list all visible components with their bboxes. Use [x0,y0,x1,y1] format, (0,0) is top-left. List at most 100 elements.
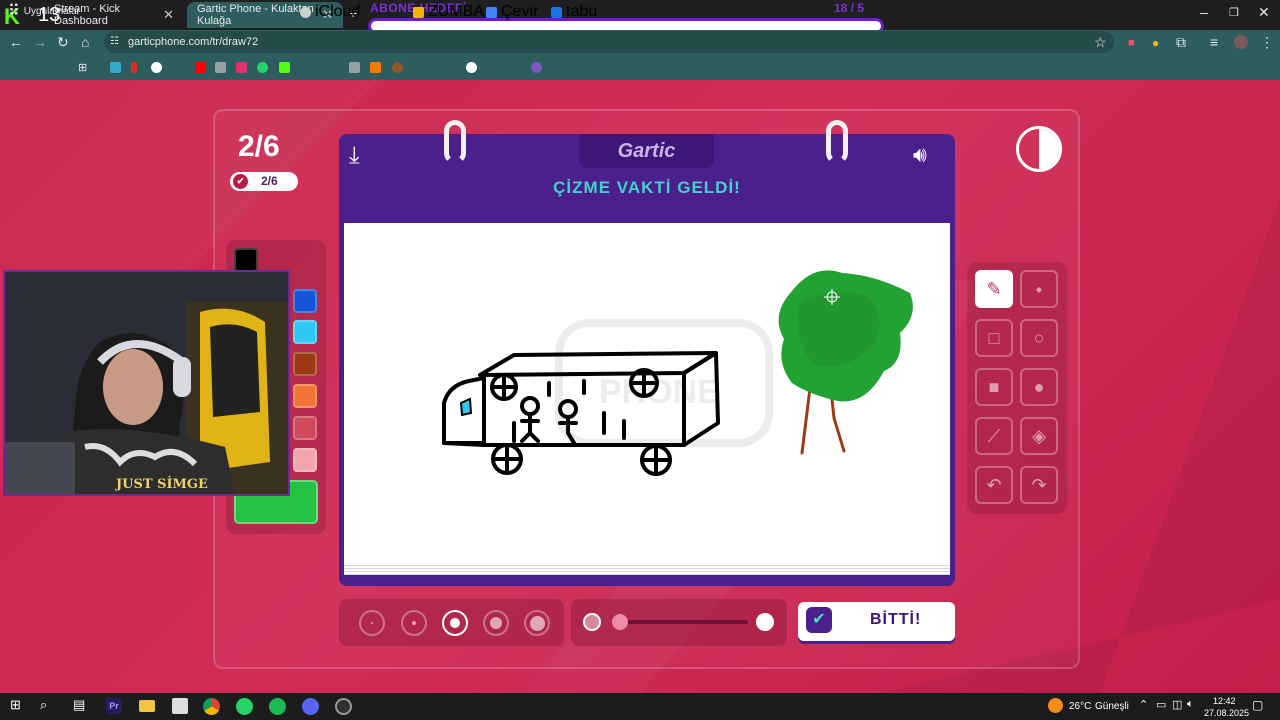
home-icon[interactable]: ⌂ [81,34,89,50]
network-icon[interactable]: ◫ [1172,698,1182,711]
color-swatch-rose[interactable] [293,416,317,440]
bookmark-icon[interactable] [110,62,121,73]
apps-grid-icon: ⠿ [8,3,20,20]
restore-icon[interactable]: ❐ [1229,6,1239,19]
clock-time[interactable]: 12:42 [1213,696,1236,706]
brush-size-5[interactable] [524,610,550,636]
bookmark-icon[interactable] [349,62,360,73]
notebook-ring [826,120,848,164]
color-swatch-brown[interactable] [293,352,317,376]
bookmark-icon[interactable] [392,62,403,73]
bookmark-star-icon[interactable]: ☆ [1094,34,1107,51]
rectangle-outline-tool-icon[interactable]: □ [975,319,1013,357]
whatsapp-taskbar-icon[interactable] [236,698,253,715]
slider-handle[interactable] [756,613,774,631]
chrome-icon[interactable] [203,698,220,715]
ellipse-fill-tool-icon[interactable]: ● [1020,368,1058,406]
youtube-icon[interactable] [195,62,206,73]
instagram-icon[interactable] [236,62,247,73]
extension-icon[interactable]: ● [1152,36,1159,50]
whatsapp-icon[interactable] [257,62,268,73]
check-icon: ✔ [806,607,832,633]
pencil-tool-icon[interactable]: ✎ [975,270,1013,308]
fill-bucket-tool-icon[interactable]: ◈ [1020,417,1058,455]
bookmark-icon[interactable] [466,62,477,73]
battery-icon[interactable]: ▭ [1156,698,1166,711]
address-bar[interactable]: garticphone.com/tr/draw72 [104,31,1114,53]
brush-size-1[interactable] [359,610,385,636]
obs-icon[interactable] [335,698,352,715]
kick-icon[interactable] [279,62,290,73]
line-tool-icon[interactable]: ⟋ [975,417,1013,455]
brush-size-2[interactable] [401,610,427,636]
weather-temp[interactable]: 26°C [1069,701,1091,712]
done-button[interactable]: ✔ BİTTİ! [798,602,955,641]
search-icon[interactable]: ⌕ [40,697,47,713]
close-icon[interactable]: ✕ [163,7,174,23]
start-icon[interactable]: ⊞ [10,697,21,713]
cloud-icon [300,6,311,18]
reload-icon[interactable]: ↻ [57,34,69,51]
gartic-logo: Gartic [579,134,714,168]
bookmarks-bar [0,56,1280,80]
undo-icon[interactable]: ↶ [975,466,1013,504]
drawing-canvas[interactable]: PHONE [344,223,950,563]
bookmark-icon[interactable] [151,62,162,73]
extensions-puzzle-icon[interactable]: ⧉ [1176,34,1186,51]
opacity-preview [583,613,601,631]
clock-date[interactable]: 27.08.2025 [1204,708,1249,718]
bookmark-icloud[interactable]: iCloud [300,4,360,20]
bookmark-translate[interactable]: Çevir [486,4,538,20]
tray-chevron-icon[interactable]: ⌃ [1139,698,1148,711]
color-swatch-cyan[interactable] [293,320,317,344]
brush-size-3[interactable] [442,610,468,636]
notebook-ring [444,120,466,164]
bookmark-icon[interactable] [531,62,542,73]
bookmark-tabu[interactable]: tabu [551,4,597,20]
bookmark-icon[interactable] [370,62,381,73]
color-swatch-black[interactable] [234,248,258,272]
bookmark-icon[interactable] [131,62,137,73]
discord-icon[interactable] [302,698,319,715]
extension-icon[interactable]: ■ [1128,37,1135,49]
weather-desc[interactable]: Güneşli [1095,701,1129,712]
premiere-icon[interactable]: Pr [106,698,122,714]
rectangle-fill-tool-icon[interactable]: ■ [975,368,1013,406]
brush-size-4[interactable] [483,610,509,636]
notifications-icon[interactable]: ▢ [1252,698,1263,712]
url-text: garticphone.com/tr/draw72 [128,36,259,48]
task-view-icon[interactable]: ▤ [73,697,85,713]
color-swatch-orange[interactable] [293,384,317,408]
site-info-icon[interactable]: ☷ [110,36,119,47]
back-icon[interactable]: ← [9,34,23,50]
ellipse-outline-tool-icon[interactable]: ○ [1020,319,1058,357]
color-swatch-blue[interactable] [293,289,317,313]
menu-icon[interactable]: ⋮ [1260,34,1274,51]
bookmark-zumba[interactable]: ZUMBA [413,4,484,20]
profile-avatar[interactable] [1234,35,1248,49]
slider-track[interactable] [618,620,748,624]
forward-icon[interactable]: → [33,34,47,50]
steam-icon[interactable] [215,62,226,73]
notebook-pages [344,563,950,575]
store-icon[interactable] [172,698,188,714]
download-icon[interactable]: ⤓ [349,142,360,170]
spotify-icon[interactable] [269,698,286,715]
color-swatch-pink[interactable] [293,448,317,472]
timer-icon [1016,126,1062,172]
redo-icon[interactable]: ↷ [1020,466,1058,504]
volume-tray-icon[interactable]: 🔈︎ [1187,698,1194,711]
translate-icon [486,6,497,18]
grid-icon[interactable]: ⊞ [78,61,87,74]
minimize-icon[interactable]: – [1200,4,1208,20]
eraser-tool-icon[interactable]: ⬩ [1020,270,1058,308]
zumba-icon [413,6,424,18]
file-explorer-icon[interactable] [139,700,155,712]
round-badge: ✔ 2/6 [230,172,298,191]
reading-list-icon[interactable]: ≡ [1210,34,1218,50]
check-heart-icon: ✔ [233,174,248,189]
volume-icon[interactable]: 🔊︎ [913,142,927,168]
bookmark-apps[interactable]: ⠿ Uygulamalar [8,4,80,20]
slider-handle-min[interactable] [612,614,628,630]
window-close-icon[interactable]: ✕ [1258,4,1270,21]
